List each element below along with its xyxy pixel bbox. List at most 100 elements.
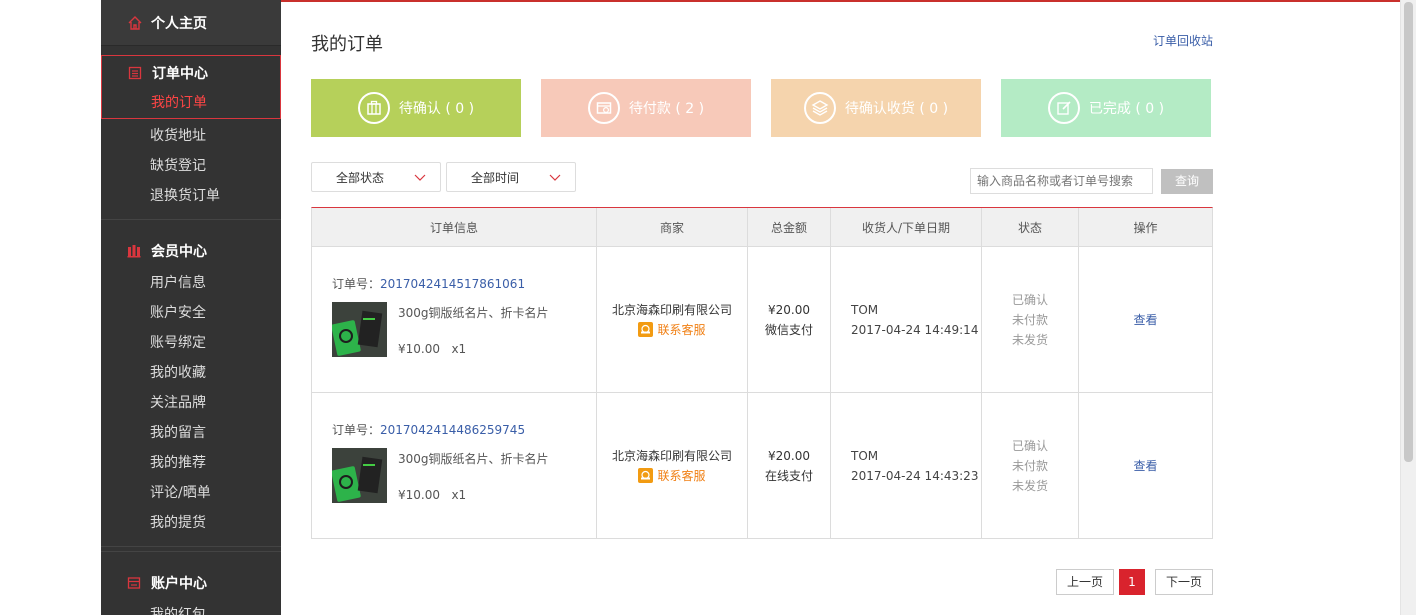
order-number-link[interactable]: 2017042414486259745 [380, 423, 525, 437]
group-title-orders: 订单中心 [152, 66, 208, 82]
receiver-cell: TOM 2017-04-24 14:43:23 [831, 393, 982, 538]
top-accent-line [101, 0, 1400, 2]
quantity: x1 [451, 488, 467, 502]
table-row: 订单号：2017042414517861061 300g铜版纸名片、折卡名片 ¥… [312, 247, 1212, 393]
receiver-cell: TOM 2017-04-24 14:49:14 [831, 247, 982, 392]
product-price: ¥10.00 x1 [398, 342, 466, 356]
product-thumbnail[interactable] [332, 448, 387, 503]
header-actions: 操作 [1133, 220, 1158, 235]
order-date: 2017-04-24 14:43:23 [851, 468, 979, 483]
view-order-link[interactable]: 查看 [1133, 311, 1157, 328]
contact-service-label: 联系客服 [657, 468, 706, 483]
stat-label: 待确认 ( 0 ) [398, 101, 475, 117]
receiver-name: TOM [851, 302, 879, 317]
product-name[interactable]: 300g铜版纸名片、折卡名片 [398, 304, 549, 321]
total-cell: ¥20.00 在线支付 [748, 393, 831, 538]
header-status: 状态 [982, 208, 1079, 246]
sidebar-group-account: 账户中心 我的红包 [101, 551, 281, 615]
merchant-name: 北京海森印刷有限公司 [611, 302, 732, 317]
product-price: ¥10.00 x1 [398, 488, 466, 502]
status-payment: 未付款 [1011, 458, 1048, 473]
stat-completed[interactable]: 已完成 ( 0 ) [1001, 79, 1211, 137]
sidebar-item-brands[interactable]: 关注品牌 [101, 388, 281, 418]
sidebar-group-member: 会员中心 用户信息 账户安全 账号绑定 我的收藏 关注品牌 我的留言 我的推荐 … [101, 220, 281, 547]
list-icon [128, 66, 142, 80]
product-name[interactable]: 300g铜版纸名片、折卡名片 [398, 450, 549, 467]
stat-pending-receipt[interactable]: 待确认收货 ( 0 ) [771, 79, 981, 137]
contact-service-label: 联系客服 [657, 322, 706, 337]
merchant-cell: 北京海森印刷有限公司 联系客服 [597, 393, 748, 538]
table-row: 订单号：2017042414486259745 300g铜版纸名片、折卡名片 ¥… [312, 393, 1212, 538]
chevron-down-icon [414, 174, 426, 181]
time-filter-value: 全部时间 [471, 170, 520, 185]
group-head-orders: 订单中心 [102, 56, 280, 90]
view-order-link[interactable]: 查看 [1133, 457, 1157, 474]
sidebar-item-security[interactable]: 账户安全 [101, 298, 281, 328]
header-total: 总金额 [748, 208, 831, 246]
actions-cell: 查看 [1079, 247, 1212, 392]
orders-table: 订单信息 商家 总金额 收货人/下单日期 状态 操作 订单号：201704241… [311, 207, 1213, 539]
search-input[interactable] [970, 168, 1153, 194]
order-number-label: 订单号： [332, 277, 381, 291]
stat-pending-payment[interactable]: 待付款 ( 2 ) [541, 79, 751, 137]
member-icon [127, 245, 141, 258]
sidebar-item-stockout[interactable]: 缺货登记 [101, 151, 281, 181]
recycle-bin-link[interactable]: 订单回收站 [1153, 32, 1213, 49]
actions-cell: 查看 [1079, 393, 1212, 538]
sidebar-group-orders: 订单中心 我的订单 [101, 55, 281, 119]
sidebar-item-returns[interactable]: 退换货订单 [101, 181, 281, 211]
stat-pending-confirm[interactable]: 待确认 ( 0 ) [311, 79, 521, 137]
wallet-icon [587, 92, 620, 124]
sidebar-item-address[interactable]: 收货地址 [101, 121, 281, 151]
order-number-link[interactable]: 2017042414517861061 [380, 277, 525, 291]
sidebar-item-reviews[interactable]: 评论/晒单 [101, 478, 281, 508]
customer-service-icon [638, 468, 654, 483]
stat-label: 已完成 ( 0 ) [1088, 101, 1165, 117]
payment-method: 微信支付 [764, 322, 813, 337]
product-thumbnail[interactable] [332, 302, 387, 357]
status-shipping: 未发货 [1011, 478, 1048, 493]
time-filter-select[interactable]: 全部时间 [446, 162, 576, 192]
scrollbar-thumb[interactable] [1404, 2, 1413, 462]
stat-label: 待付款 ( 2 ) [628, 101, 705, 117]
order-date: 2017-04-24 14:49:14 [851, 322, 979, 337]
status-cell: 已确认 未付款 未发货 [982, 393, 1079, 538]
sidebar-item-pickup[interactable]: 我的提货 [101, 508, 281, 538]
search-button[interactable]: 查询 [1161, 169, 1213, 194]
sidebar-group-orders-rest: 收货地址 缺货登记 退换货订单 [101, 119, 281, 220]
next-page-button[interactable]: 下一页 [1155, 569, 1213, 595]
sidebar-item-binding[interactable]: 账号绑定 [101, 328, 281, 358]
header-merchant: 商家 [597, 208, 748, 246]
sidebar-item-user-info[interactable]: 用户信息 [101, 268, 281, 298]
status-confirm: 已确认 [1011, 292, 1048, 307]
sidebar-item-redpacket[interactable]: 我的红包 [101, 600, 281, 615]
header-receiver-date: 收货人/下单日期 [831, 208, 982, 246]
sidebar: 个人主页 订单中心 我的订单 收货地址 缺货登记 退换货订单 会员中心 用户信息… [101, 0, 281, 615]
sidebar-item-favorites[interactable]: 我的收藏 [101, 358, 281, 388]
page: 个人主页 订单中心 我的订单 收货地址 缺货登记 退换货订单 会员中心 用户信息… [0, 0, 1416, 615]
chevron-down-icon [549, 174, 561, 181]
merchant-name: 北京海森印刷有限公司 [611, 448, 732, 463]
sidebar-home[interactable]: 个人主页 [101, 0, 281, 46]
status-filter-select[interactable]: 全部状态 [311, 162, 441, 192]
unit-price: ¥10.00 [398, 488, 440, 502]
edit-icon [1047, 92, 1080, 124]
contact-service-link[interactable]: 联系客服 [638, 320, 706, 340]
vertical-scrollbar[interactable] [1400, 0, 1416, 615]
contact-service-link[interactable]: 联系客服 [638, 466, 706, 486]
total-amount: ¥20.00 [768, 448, 810, 463]
sidebar-item-messages[interactable]: 我的留言 [101, 418, 281, 448]
order-info-cell: 订单号：2017042414517861061 300g铜版纸名片、折卡名片 ¥… [312, 247, 597, 392]
order-number: 订单号：2017042414486259745 [332, 421, 525, 438]
sidebar-item-my-orders[interactable]: 我的订单 [102, 90, 280, 118]
group-head-account: 账户中心 [101, 566, 281, 600]
current-page-button[interactable]: 1 [1119, 569, 1145, 595]
customer-service-icon [638, 322, 654, 337]
unit-price: ¥10.00 [398, 342, 440, 356]
sidebar-item-recommend[interactable]: 我的推荐 [101, 448, 281, 478]
order-number-label: 订单号： [332, 423, 381, 437]
prev-page-button[interactable]: 上一页 [1056, 569, 1114, 595]
table-header: 订单信息 商家 总金额 收货人/下单日期 状态 操作 [312, 208, 1212, 247]
receiver-name: TOM [851, 448, 879, 463]
home-icon [128, 15, 142, 30]
